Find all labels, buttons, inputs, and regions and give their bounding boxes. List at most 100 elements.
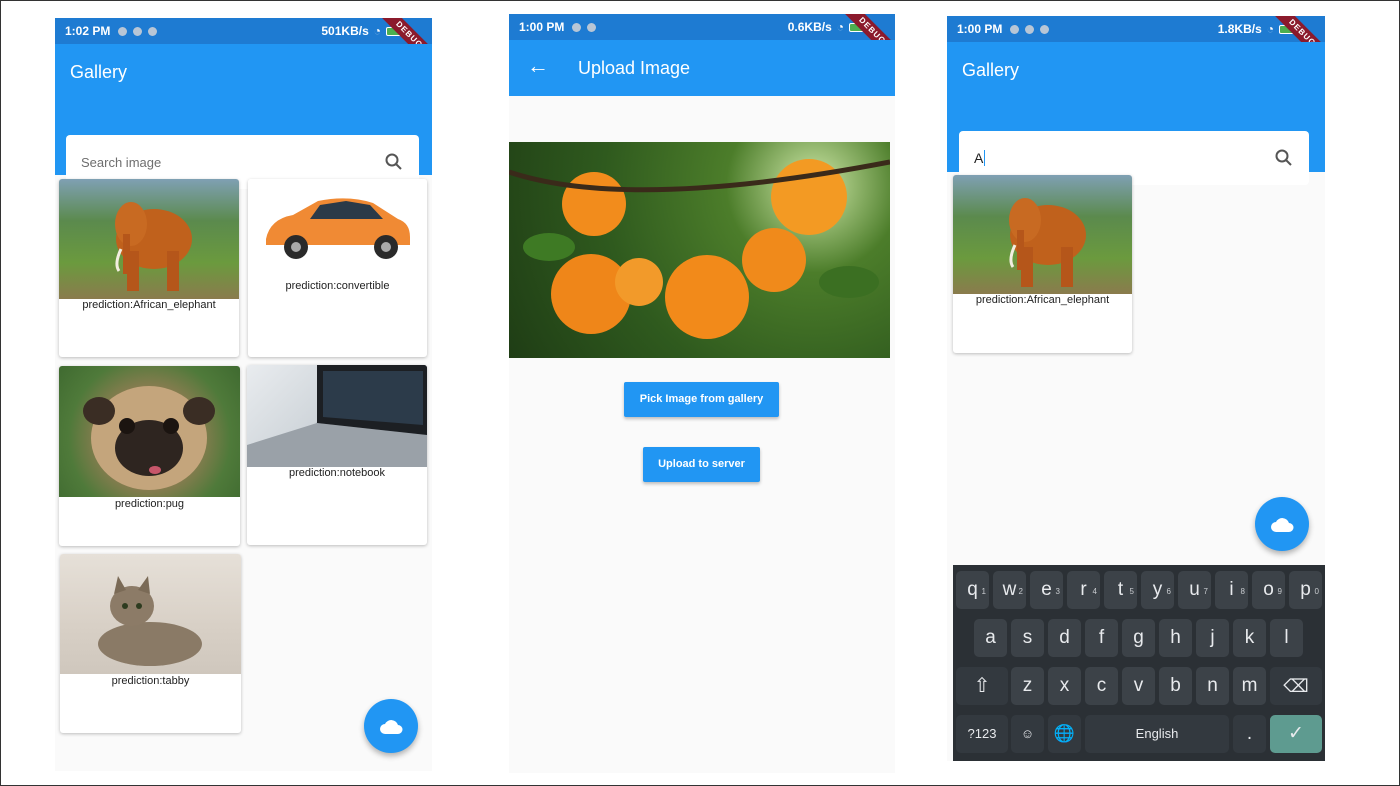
prediction-label: prediction:tabby bbox=[111, 675, 190, 687]
prediction-label: prediction:convertible bbox=[285, 280, 390, 292]
search-placeholder: Search image bbox=[81, 154, 162, 170]
notification-icon bbox=[148, 26, 158, 36]
key-h[interactable]: h bbox=[1159, 619, 1192, 657]
status-bar: 1:00 PM 0.6KB/s ◔ bbox=[509, 14, 895, 40]
network-speed: 1.8KB/s bbox=[1217, 22, 1262, 36]
upload-screen: 1:00 PM 0.6KB/s ◔ DEBUG ← Upload Image P… bbox=[509, 14, 895, 773]
key-w[interactable]: w2 bbox=[993, 571, 1026, 609]
selected-image bbox=[509, 142, 891, 358]
upload-server-button[interactable]: Upload to server bbox=[643, 447, 760, 482]
key-v[interactable]: v bbox=[1122, 667, 1155, 705]
key-e[interactable]: e3 bbox=[1030, 571, 1063, 609]
wifi-icon: ◔ bbox=[836, 20, 844, 34]
cat-image bbox=[60, 554, 241, 674]
network-speed: 501KB/s bbox=[321, 24, 369, 38]
elephant-image bbox=[953, 175, 1132, 294]
arrow-back-icon[interactable]: ← bbox=[527, 54, 549, 78]
emoji-key[interactable]: ☺ bbox=[1011, 715, 1044, 753]
wifi-icon: ◔ bbox=[1266, 22, 1274, 36]
key-r[interactable]: r4 bbox=[1067, 571, 1100, 609]
key-z[interactable]: z bbox=[1011, 667, 1044, 705]
gallery-card[interactable]: prediction:convertible bbox=[248, 179, 427, 357]
network-speed: 0.6KB/s bbox=[787, 20, 832, 34]
gallery-search-screen: 1:00 PM 1.8KB/s ◔ DEBUG Gallery A predic… bbox=[947, 16, 1325, 761]
key-a[interactable]: a bbox=[974, 619, 1007, 657]
key-o[interactable]: o9 bbox=[1252, 571, 1285, 609]
key-l[interactable]: l bbox=[1270, 619, 1303, 657]
notification-icon bbox=[1040, 24, 1050, 34]
cloud-icon bbox=[1271, 518, 1294, 532]
key-u[interactable]: u7 bbox=[1178, 571, 1211, 609]
elephant-image bbox=[59, 179, 239, 299]
search-icon[interactable] bbox=[1274, 148, 1294, 168]
on-screen-keyboard: q1 w2 e3 r4 t5 y6 u7 i8 o9 p0 a s d f g … bbox=[953, 565, 1325, 761]
page-title: Upload Image bbox=[578, 58, 691, 78]
key-x[interactable]: x bbox=[1048, 667, 1081, 705]
gallery-card[interactable]: prediction:African_elephant bbox=[59, 179, 239, 357]
key-i[interactable]: i8 bbox=[1215, 571, 1248, 609]
notification-icon bbox=[1025, 24, 1035, 34]
emoji-icon: ☺ bbox=[1020, 726, 1035, 741]
app-bar: Gallery Search image bbox=[55, 44, 432, 189]
key-g[interactable]: g bbox=[1122, 619, 1155, 657]
upload-fab[interactable] bbox=[364, 699, 418, 753]
space-bar[interactable]: English bbox=[1085, 715, 1229, 753]
search-value: A bbox=[974, 150, 986, 166]
car-image bbox=[248, 179, 427, 274]
app-bar: Gallery A bbox=[947, 42, 1325, 185]
prediction-label: prediction:pug bbox=[114, 498, 185, 510]
globe-icon: 🌐 bbox=[1053, 724, 1076, 743]
cloud-icon bbox=[380, 720, 403, 734]
prediction-label: prediction:African_elephant bbox=[82, 299, 216, 311]
period-key[interactable]: . bbox=[1233, 715, 1266, 753]
key-c[interactable]: c bbox=[1085, 667, 1118, 705]
key-m[interactable]: m bbox=[1233, 667, 1266, 705]
gallery-card[interactable]: prediction:tabby bbox=[60, 554, 241, 733]
key-k[interactable]: k bbox=[1233, 619, 1266, 657]
key-f[interactable]: f bbox=[1085, 619, 1118, 657]
shift-icon: ⇧ bbox=[973, 675, 991, 697]
app-bar: ← Upload Image bbox=[509, 40, 895, 96]
notification-icon bbox=[572, 22, 582, 32]
status-time: 1:00 PM bbox=[957, 22, 1003, 36]
chat-icon bbox=[133, 26, 143, 36]
page-title: Gallery bbox=[70, 62, 128, 82]
gallery-screen: 1:02 PM 501KB/s ◔ DEBUG Gallery Search i… bbox=[55, 18, 432, 771]
wifi-icon: ◔ bbox=[373, 24, 381, 38]
laptop-image bbox=[247, 365, 427, 467]
symbols-key[interactable]: ?123 bbox=[956, 715, 1008, 753]
key-j[interactable]: j bbox=[1196, 619, 1229, 657]
pug-image bbox=[59, 366, 240, 497]
notification-icon bbox=[118, 26, 128, 36]
enter-key[interactable]: ✓ bbox=[1270, 715, 1322, 753]
page-title: Gallery bbox=[962, 60, 1020, 80]
key-s[interactable]: s bbox=[1011, 619, 1044, 657]
status-bar: 1:00 PM 1.8KB/s ◔ bbox=[947, 16, 1325, 42]
key-b[interactable]: b bbox=[1159, 667, 1192, 705]
gallery-card[interactable]: prediction:African_elephant bbox=[953, 175, 1132, 353]
gallery-card[interactable]: prediction:notebook bbox=[247, 365, 427, 545]
gallery-card[interactable]: prediction:pug bbox=[59, 366, 240, 546]
key-t[interactable]: t5 bbox=[1104, 571, 1137, 609]
status-time: 1:02 PM bbox=[65, 24, 111, 38]
status-time: 1:00 PM bbox=[519, 20, 565, 34]
key-d[interactable]: d bbox=[1048, 619, 1081, 657]
screenshot-frame: 1:02 PM 501KB/s ◔ DEBUG Gallery Search i… bbox=[0, 0, 1400, 786]
pick-image-button[interactable]: Pick Image from gallery bbox=[624, 382, 779, 417]
shift-key[interactable]: ⇧ bbox=[956, 667, 1008, 705]
search-icon[interactable] bbox=[384, 152, 404, 172]
prediction-label: prediction:notebook bbox=[288, 467, 385, 479]
notification-icon bbox=[587, 22, 597, 32]
backspace-icon: ⌫ bbox=[1283, 676, 1309, 696]
backspace-key[interactable]: ⌫ bbox=[1270, 667, 1322, 705]
key-p[interactable]: p0 bbox=[1289, 571, 1322, 609]
notification-icon bbox=[1010, 24, 1020, 34]
upload-fab[interactable] bbox=[1255, 497, 1309, 551]
checkmark-icon: ✓ bbox=[1288, 723, 1304, 744]
language-key[interactable]: 🌐 bbox=[1048, 715, 1081, 753]
prediction-label: prediction:African_elephant bbox=[975, 294, 1110, 306]
key-y[interactable]: y6 bbox=[1141, 571, 1174, 609]
key-n[interactable]: n bbox=[1196, 667, 1229, 705]
key-q[interactable]: q1 bbox=[956, 571, 989, 609]
status-bar: 1:02 PM 501KB/s ◔ bbox=[55, 18, 432, 44]
